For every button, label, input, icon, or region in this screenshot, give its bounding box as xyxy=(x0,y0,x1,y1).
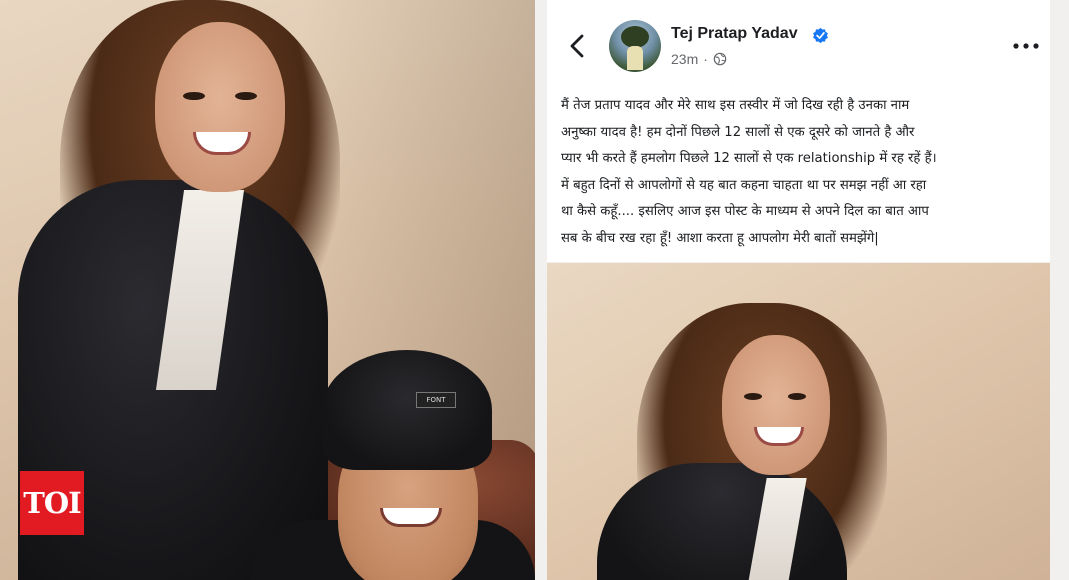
post-text-line: मैं तेज प्रताप यादव और मेरे साथ इस तस्वी… xyxy=(561,98,910,113)
woman-face xyxy=(155,22,285,192)
post-text: मैं तेज प्रताप यादव और मेरे साथ इस तस्वी… xyxy=(561,93,1041,252)
avatar-person xyxy=(627,46,643,70)
meta-separator: · xyxy=(703,51,708,67)
man-beanie: FONT xyxy=(322,350,492,470)
eye xyxy=(744,393,762,400)
post-timestamp[interactable]: 23m xyxy=(671,51,698,67)
eye xyxy=(183,92,205,100)
post-text-line: प्यार भी करते हैं हमलोग पिछले 12 सालों स… xyxy=(561,151,937,166)
verified-badge-icon xyxy=(813,27,828,44)
woman-face xyxy=(722,335,830,475)
more-options-icon[interactable] xyxy=(1012,38,1040,54)
post-text-line: अनुष्का यादव है! हम दोनों पिछले 12 सालों… xyxy=(561,124,915,140)
post-text-line: सब के बीच रख रहा हूँ! आशा करता हू आपलोग … xyxy=(561,230,879,246)
avatar-tree xyxy=(621,26,649,48)
beanie-tag: FONT xyxy=(416,392,456,408)
eye xyxy=(788,393,806,400)
post-text-line: था कैसे कहूँ.... इसलिए आज इस पोस्ट के मा… xyxy=(561,204,929,219)
smile xyxy=(380,508,442,527)
author-avatar[interactable] xyxy=(609,20,661,72)
globe-icon xyxy=(713,52,727,66)
chevron-left-icon[interactable] xyxy=(566,32,590,60)
smile xyxy=(754,427,804,446)
author-name[interactable]: Tej Pratap Yadav xyxy=(671,25,798,43)
eye xyxy=(235,92,257,100)
post-photo[interactable] xyxy=(547,263,1050,580)
toi-logo: TOI xyxy=(20,471,84,535)
post-text-line: में बहुत दिनों से आपलोगों से यह बात कहना… xyxy=(561,177,927,193)
smile xyxy=(193,132,251,155)
post-meta: 23m · xyxy=(671,51,727,67)
